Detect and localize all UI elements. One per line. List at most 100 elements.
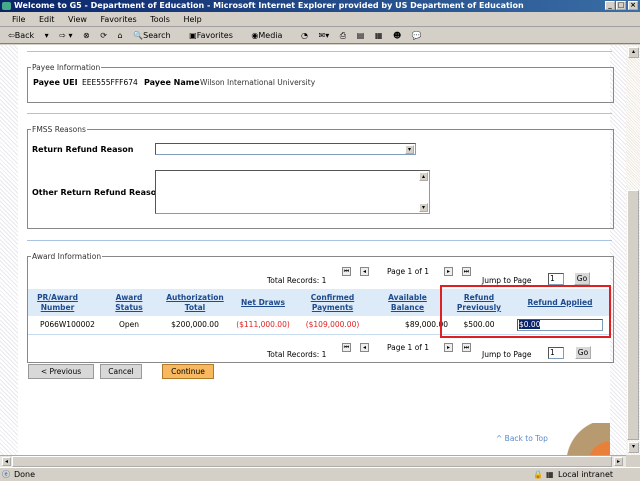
right-decor <box>610 45 626 455</box>
col-label: PR/Award <box>37 293 78 302</box>
window-title-bar: Welcome to G5 - Department of Education … <box>0 0 640 12</box>
first-page-icon[interactable]: ⏮ <box>342 267 351 276</box>
media-label: Media <box>258 31 283 40</box>
scroll-up-icon[interactable]: ▴ <box>628 47 639 58</box>
jump-to-page-input[interactable]: 1 <box>548 347 564 359</box>
award-status: Open <box>118 320 140 329</box>
menu-help[interactable]: Help <box>183 15 201 24</box>
search-button[interactable]: 🔍Search <box>133 31 178 40</box>
ie-icon <box>2 2 11 10</box>
last-page-icon[interactable]: ⏭ <box>462 343 471 352</box>
page-icon: ⓔ <box>2 470 10 479</box>
cancel-button[interactable]: Cancel <box>100 364 142 379</box>
decorative-image <box>550 423 610 455</box>
menu-view[interactable]: View <box>68 15 87 24</box>
payee-name-label: Payee Name <box>144 78 200 87</box>
favorites-button[interactable]: ▣Favorites <box>189 31 241 40</box>
scroll-right-icon[interactable]: ▸ <box>614 457 623 466</box>
col-label: Balance <box>390 303 425 312</box>
menu-tools[interactable]: Tools <box>150 15 170 24</box>
return-refund-reason-select[interactable]: ▾ <box>155 143 416 155</box>
stop-icon[interactable]: ⊗ <box>83 31 90 40</box>
scroll-down-icon[interactable]: ▾ <box>628 442 639 453</box>
discuss-icon[interactable]: ▦ <box>375 31 383 40</box>
prev-page-icon[interactable]: ◂ <box>360 343 369 352</box>
favorites-label: Favorites <box>196 31 233 40</box>
section-legend: FMSS Reasons <box>32 125 86 134</box>
section-legend: Payee Information <box>32 63 101 72</box>
next-page-icon[interactable]: ▸ <box>444 343 453 352</box>
authorization-total: $200,000.00 <box>171 320 219 329</box>
chevron-down-icon[interactable]: ▾ <box>405 145 414 154</box>
total-records: Total Records: 1 <box>267 276 327 285</box>
col-available-balance[interactable]: Available Balance <box>370 293 445 313</box>
total-records: Total Records: 1 <box>267 350 327 359</box>
mail-icon[interactable]: ✉▾ <box>319 31 330 40</box>
col-label: Award <box>115 293 143 302</box>
back-label: Back <box>14 31 35 40</box>
last-page-icon[interactable]: ⏭ <box>462 267 471 276</box>
scrollbar-thumb[interactable] <box>627 190 639 440</box>
close-button[interactable]: × <box>628 1 638 10</box>
forward-button[interactable]: ⇨ ▾ <box>59 31 72 40</box>
intranet-icon: ▦ <box>546 470 554 479</box>
research-icon[interactable]: 💬 <box>412 31 422 40</box>
net-draws: ($111,000.00) <box>236 320 290 329</box>
first-page-icon[interactable]: ⏮ <box>342 343 351 352</box>
col-label: Confirmed <box>310 293 355 302</box>
return-refund-reason-label: Return Refund Reason <box>32 145 134 154</box>
jump-to-page-label: Jump to Page <box>482 350 532 359</box>
status-text: Done <box>14 470 36 479</box>
search-label: Search <box>143 31 171 40</box>
menu-file[interactable]: File <box>12 15 25 24</box>
print-icon[interactable]: ⎙ <box>340 31 346 40</box>
col-label: Payments <box>311 303 354 312</box>
col-confirmed-payments[interactable]: Confirmed Payments <box>300 293 365 313</box>
status-bar: ⓔ Done 🔒 ▦ Local intranet <box>0 467 640 480</box>
back-to-top-link[interactable]: ^ Back to Top <box>496 434 548 443</box>
lock-icon: 🔒 <box>533 470 543 479</box>
menu-edit[interactable]: Edit <box>39 15 55 24</box>
payee-uei-value: EEE555FFF674 <box>82 78 138 87</box>
home-icon[interactable]: ⌂ <box>118 31 123 40</box>
maximize-button[interactable]: □ <box>616 1 626 10</box>
next-page-icon[interactable]: ▸ <box>444 267 453 276</box>
go-button[interactable]: Go <box>574 272 590 285</box>
history-icon[interactable]: ◔ <box>301 31 308 40</box>
edit-icon[interactable]: ▤ <box>357 31 365 40</box>
other-return-refund-reason-textarea[interactable]: ▴ ▾ <box>155 170 430 214</box>
col-label: Number <box>40 303 75 312</box>
col-label: Available <box>388 293 427 302</box>
col-label: Total <box>184 303 206 312</box>
horizontal-scrollbar[interactable]: ◂ ▸ <box>0 455 626 467</box>
back-button[interactable]: ⇦Back ▾ <box>8 31 49 40</box>
scroll-left-icon[interactable]: ◂ <box>2 457 11 466</box>
media-button[interactable]: ◉Media <box>251 31 290 40</box>
page-indicator: Page 1 of 1 <box>387 343 430 352</box>
scroll-down-icon[interactable]: ▾ <box>419 203 428 212</box>
col-net-draws[interactable]: Net Draws <box>233 298 293 308</box>
col-label: Net Draws <box>241 298 285 307</box>
scrollbar-thumb[interactable] <box>12 456 612 467</box>
col-award-status[interactable]: Award Status <box>108 293 150 313</box>
col-authorization-total[interactable]: Authorization Total <box>160 293 230 313</box>
go-button[interactable]: Go <box>575 346 591 359</box>
refresh-icon[interactable]: ⟳ <box>100 31 107 40</box>
payee-name-value: Wilson International University <box>200 78 316 87</box>
other-return-refund-reason-label: Other Return Refund Reason <box>32 188 162 197</box>
divider <box>27 51 612 52</box>
divider <box>27 240 612 241</box>
prev-page-icon[interactable]: ◂ <box>360 267 369 276</box>
vertical-scrollbar[interactable]: ▴ ▾ <box>626 45 640 455</box>
zone-text: Local intranet <box>558 470 614 479</box>
col-pr-award-number[interactable]: PR/Award Number <box>30 293 85 313</box>
minimize-button[interactable]: _ <box>605 1 615 10</box>
confirmed-payments: ($109,000.00) <box>305 320 360 329</box>
previous-button[interactable]: < Previous <box>28 364 94 379</box>
award-number: P066W100002 <box>40 320 95 329</box>
scroll-up-icon[interactable]: ▴ <box>419 172 428 181</box>
messenger-icon[interactable]: ☻ <box>393 31 401 40</box>
continue-button[interactable]: Continue <box>162 364 214 379</box>
jump-to-page-input[interactable]: 1 <box>548 273 564 285</box>
menu-favorites[interactable]: Favorites <box>101 15 137 24</box>
